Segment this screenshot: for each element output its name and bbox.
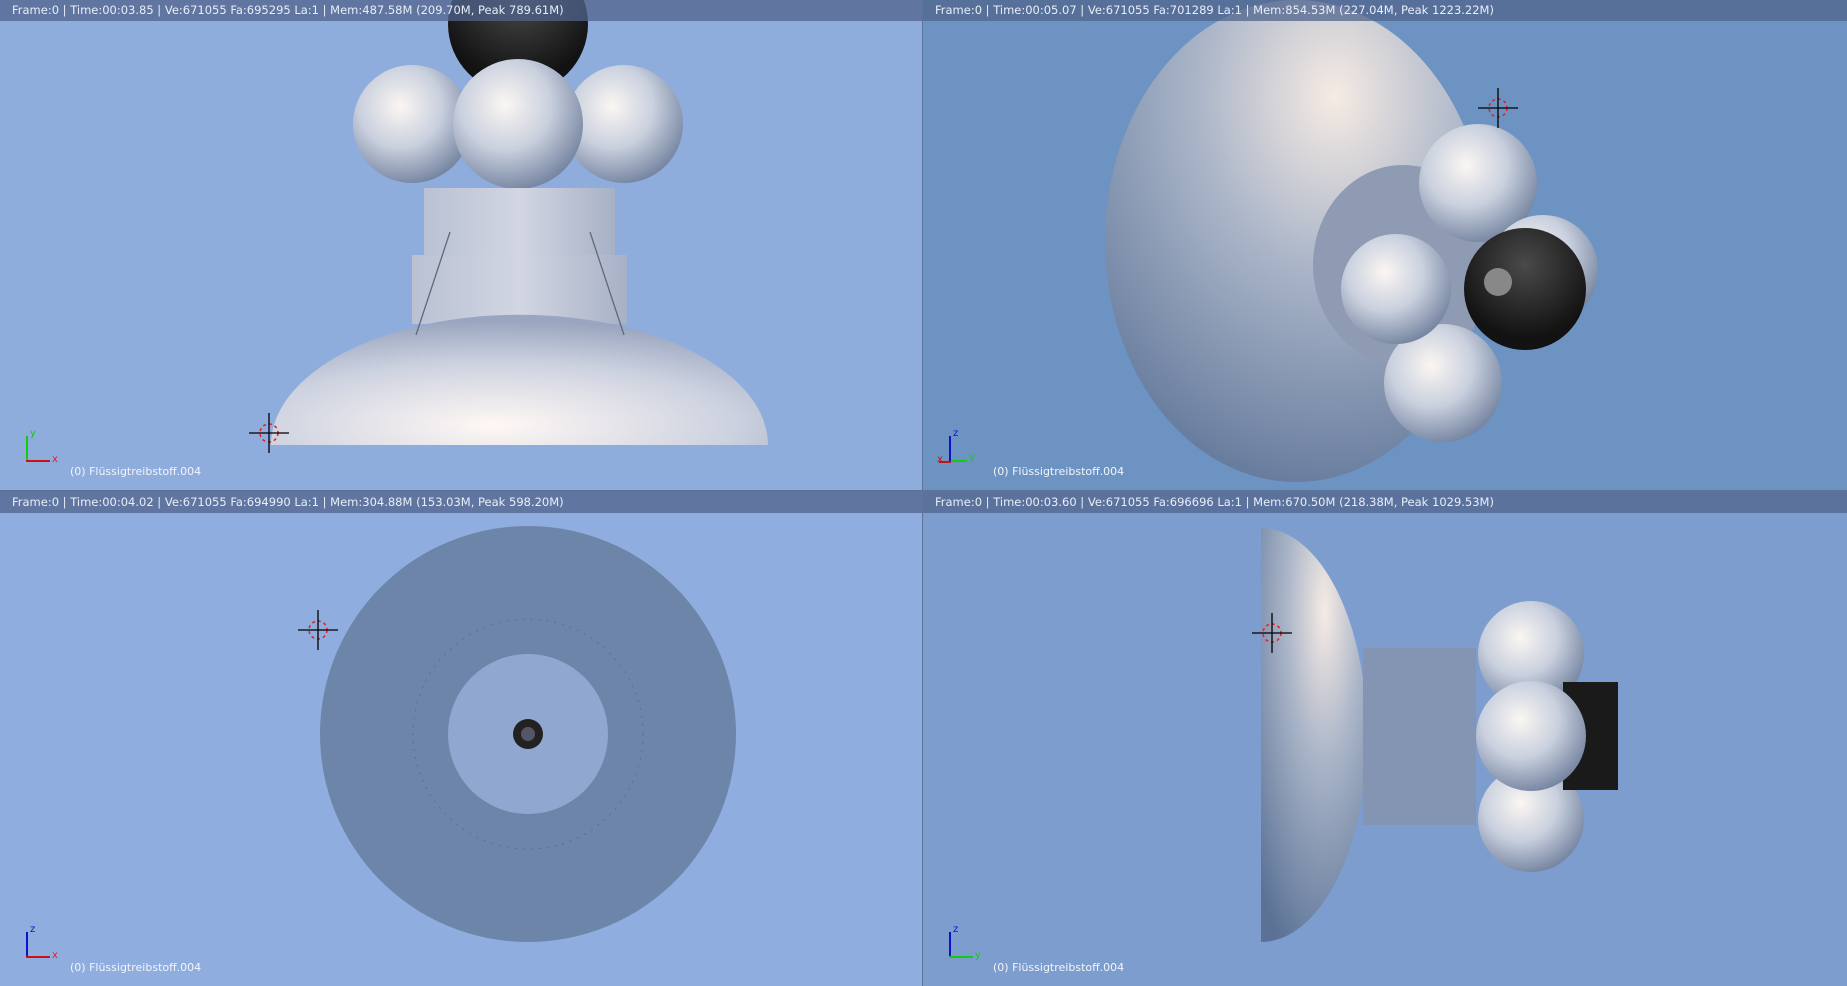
axis-gizmo-icon: z x bbox=[20, 924, 70, 964]
axis-gizmo-icon: z y bbox=[943, 924, 993, 964]
active-object-label: (0) Flüssigtreibstoff.004 bbox=[993, 961, 1125, 974]
3d-cursor-icon bbox=[1252, 613, 1292, 653]
3d-cursor-icon bbox=[1478, 88, 1518, 128]
active-object-label: (0) Flüssigtreibstoff.004 bbox=[70, 961, 202, 974]
viewport-front[interactable]: Frame:0 | Time:00:03.85 | Ve:671055 Fa:6… bbox=[0, 0, 922, 490]
active-object-label: (0) Flüssigtreibstoff.004 bbox=[70, 465, 202, 478]
viewport-info-header: Frame:0 | Time:00:05.07 | Ve:671055 Fa:7… bbox=[923, 0, 1847, 21]
viewport-info-header: Frame:0 | Time:00:04.02 | Ve:671055 Fa:6… bbox=[0, 492, 922, 513]
viewport-side[interactable]: Frame:0 | Time:00:03.60 | Ve:671055 Fa:6… bbox=[923, 492, 1847, 986]
3d-cursor-icon bbox=[298, 610, 338, 650]
viewport-top[interactable]: Frame:0 | Time:00:04.02 | Ve:671055 Fa:6… bbox=[0, 492, 922, 986]
3d-cursor-icon bbox=[249, 413, 289, 453]
viewport-info-header: Frame:0 | Time:00:03.60 | Ve:671055 Fa:6… bbox=[923, 492, 1847, 513]
axis-gizmo-icon: z x y bbox=[937, 428, 975, 465]
active-object-label: (0) Flüssigtreibstoff.004 bbox=[993, 465, 1125, 478]
viewport-perspective[interactable]: Frame:0 | Time:00:05.07 | Ve:671055 Fa:7… bbox=[923, 0, 1847, 490]
viewport-info-header: Frame:0 | Time:00:03.85 | Ve:671055 Fa:6… bbox=[0, 0, 922, 21]
axis-gizmo-icon: y x bbox=[20, 428, 70, 468]
